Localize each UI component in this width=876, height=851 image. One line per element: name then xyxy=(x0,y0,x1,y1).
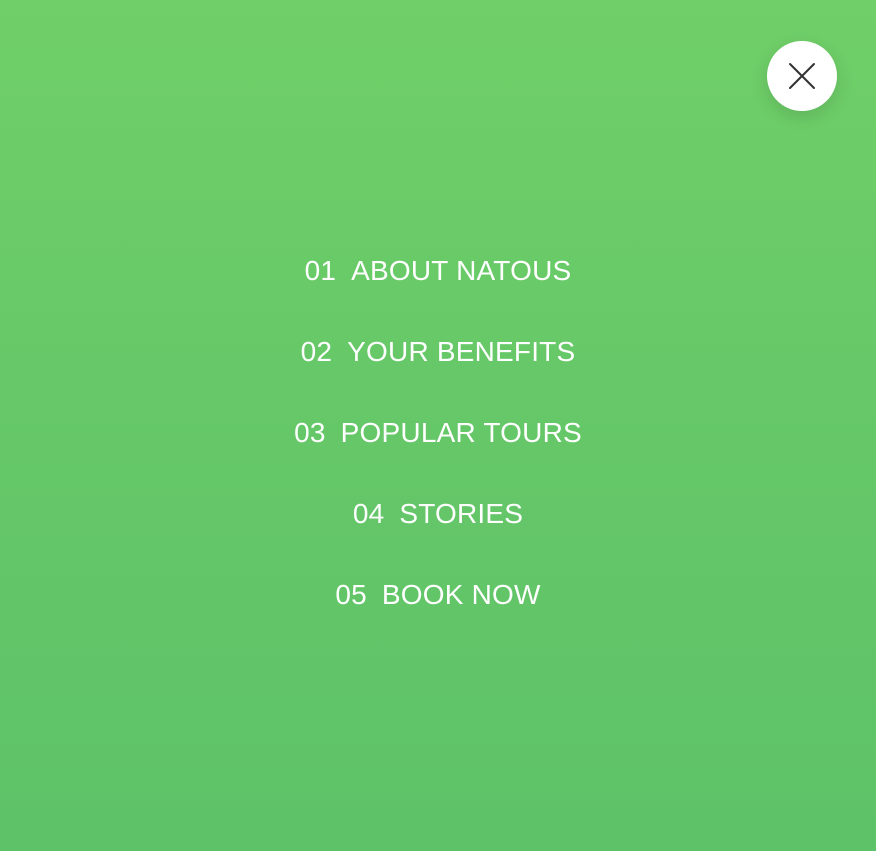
nav-item-label: YOUR BENEFITS xyxy=(347,335,576,367)
nav-item-stories[interactable]: 04 STORIES xyxy=(0,473,876,554)
nav-item-book-now[interactable]: 05 BOOK NOW xyxy=(0,554,876,635)
nav-item-label: BOOK NOW xyxy=(381,578,541,610)
nav-item-number: 04 xyxy=(352,497,385,529)
nav-item-label: ABOUT NATOUS xyxy=(351,254,572,286)
navigation-menu: 01 ABOUT NATOUS 02 YOUR BENEFITS 03 POPU… xyxy=(0,230,876,635)
nav-item-about-natous[interactable]: 01 ABOUT NATOUS xyxy=(0,230,876,311)
close-button[interactable] xyxy=(767,41,837,111)
nav-item-number: 01 xyxy=(304,254,337,286)
nav-item-popular-tours[interactable]: 03 POPULAR TOURS xyxy=(0,392,876,473)
nav-item-number: 05 xyxy=(335,578,367,610)
close-icon xyxy=(788,62,816,90)
nav-item-label: POPULAR TOURS xyxy=(340,416,582,448)
nav-item-number: 02 xyxy=(300,335,333,367)
nav-item-label: STORIES xyxy=(399,497,524,529)
navigation-overlay: 01 ABOUT NATOUS 02 YOUR BENEFITS 03 POPU… xyxy=(0,0,876,851)
nav-item-your-benefits[interactable]: 02 YOUR BENEFITS xyxy=(0,311,876,392)
nav-item-number: 03 xyxy=(294,416,326,448)
